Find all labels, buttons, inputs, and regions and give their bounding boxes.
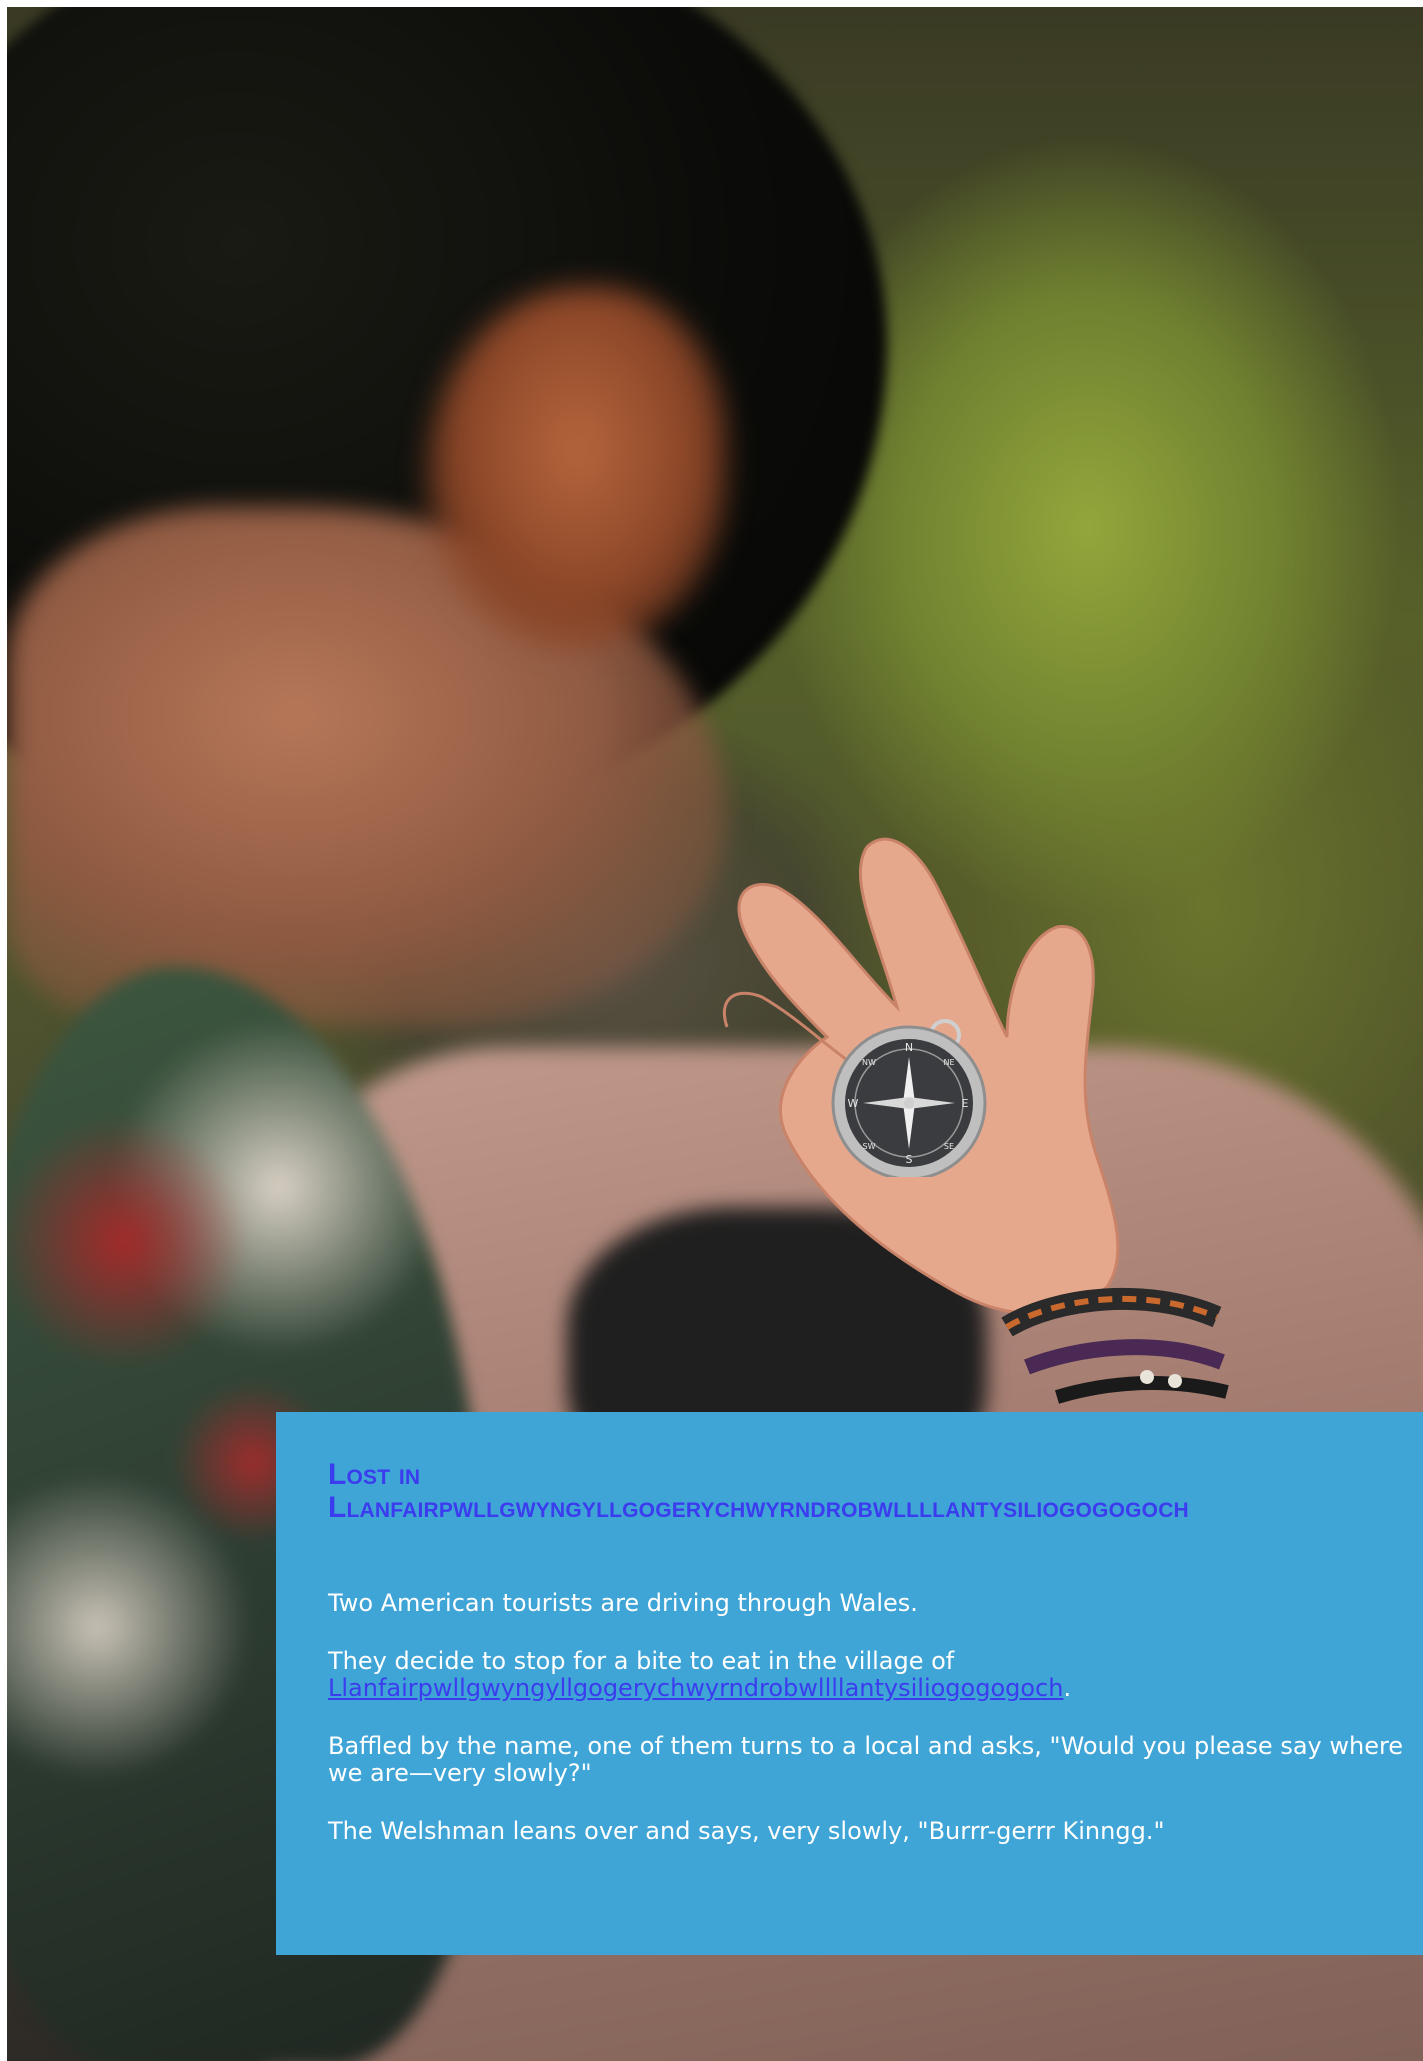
post-title-line2: Llanfairpwllgwyngyllgogerychwyrndrobwlll…: [328, 1491, 1189, 1524]
story-body: Two American tourists are driving throug…: [328, 1590, 1423, 1845]
compass-label-n: N: [905, 1041, 913, 1054]
story-paragraph-2-prefix: They decide to stop for a bite to eat in…: [328, 1647, 955, 1675]
compass-label-s: S: [906, 1153, 913, 1166]
page: N S E W NE SE SW NW Lost in Llanfairpwll…: [0, 0, 1423, 2061]
story-paragraph-1: Two American tourists are driving throug…: [328, 1589, 918, 1617]
post-title-line1: Lost in: [328, 1458, 421, 1491]
compass-label-se: SE: [944, 1142, 954, 1151]
story-paragraph-4: The Welshman leans over and says, very s…: [328, 1817, 1165, 1845]
compass-label-w: W: [848, 1097, 859, 1110]
joke-card: Lost in Llanfairpwllgwyngyllgogerychwyrn…: [276, 1412, 1423, 1955]
compass-label-e: E: [962, 1097, 969, 1110]
compass-label-nw: NW: [862, 1058, 876, 1067]
compass-icon: N S E W NE SE SW NW: [831, 1019, 987, 1177]
story-paragraph-2-suffix: .: [1063, 1674, 1072, 1702]
compass-label-ne: NE: [943, 1058, 954, 1067]
story-paragraph-2: They decide to stop for a bite to eat in…: [328, 1648, 1423, 1702]
compass-label-sw: SW: [863, 1142, 876, 1151]
story-paragraph-3: Baffled by the name, one of them turns t…: [328, 1732, 1404, 1787]
post-title: Lost in Llanfairpwllgwyngyllgogerychwyrn…: [328, 1458, 1423, 1524]
bracelet-illustration: [1001, 1287, 1229, 1404]
village-link[interactable]: Llanfairpwllgwyngyllgogerychwyrndrobwlll…: [328, 1674, 1063, 1702]
